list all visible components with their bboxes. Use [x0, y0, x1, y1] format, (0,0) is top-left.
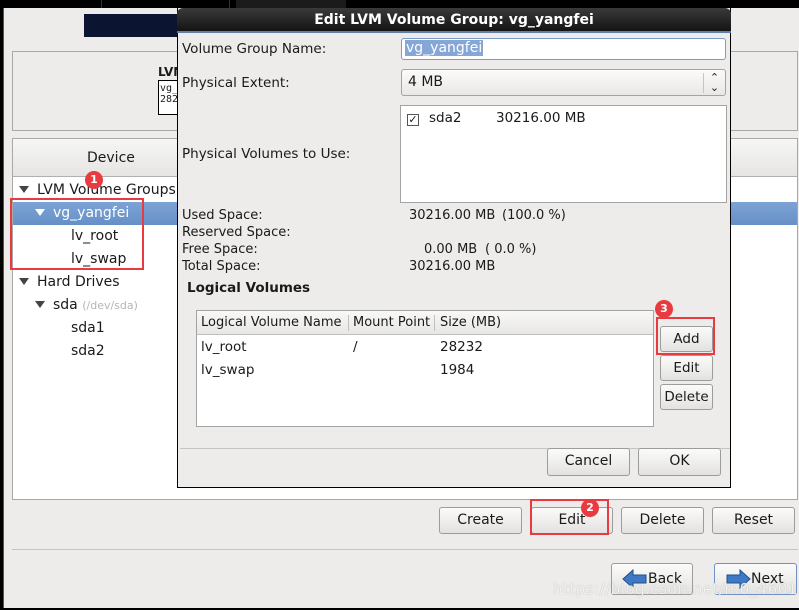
tree-item-label: Hard Drives	[37, 274, 120, 290]
pv-name: sda2	[429, 110, 462, 126]
lv-row[interactable]: lv_swap 1984	[197, 359, 653, 382]
free-space-label: Free Space:	[182, 242, 258, 257]
used-space-label: Used Space:	[182, 208, 263, 223]
lv-size: 28232	[440, 339, 483, 355]
watermark: https://blog.csdn.net/m0_46015143	[553, 580, 799, 598]
used-space-value: 30216.00 MB	[409, 208, 496, 223]
separator	[12, 549, 798, 550]
total-space-value: 30216.00 MB	[409, 259, 496, 274]
annotation-box-3	[656, 317, 715, 355]
physical-extent-select[interactable]: 4 MB ⌃ ⌄	[401, 69, 726, 96]
reserved-space-label: Reserved Space:	[182, 225, 291, 240]
physical-volumes-label: Physical Volumes to Use:	[182, 146, 351, 162]
pv-checkbox[interactable]: ✓	[407, 114, 419, 126]
lv-edit-button[interactable]: Edit	[660, 355, 713, 381]
used-space-percent: (100.0 %)	[502, 208, 566, 223]
cancel-button[interactable]: Cancel	[547, 448, 630, 476]
physical-volumes-list[interactable]: ✓ sda2 30216.00 MB	[400, 105, 727, 203]
column-size[interactable]: Size (MB)	[440, 311, 501, 335]
panel-segment	[7, 0, 102, 8]
vg-name-label: Volume Group Name:	[182, 41, 327, 57]
logical-volumes-title: Logical Volumes	[187, 280, 311, 296]
pv-size: 30216.00 MB	[496, 110, 586, 126]
panel-segment	[236, 0, 346, 8]
edit-lvm-volume-group-dialog: Edit LVM Volume Group: vg_yangfei Volume…	[177, 8, 731, 488]
pv-row[interactable]: ✓ sda2 30216.00 MB	[407, 110, 586, 126]
lv-name: lv_swap	[201, 362, 255, 378]
delete-button[interactable]: Delete	[621, 507, 704, 534]
panel-segment	[108, 0, 230, 8]
device-path: (/dev/sda)	[82, 299, 138, 312]
column-separator	[348, 315, 349, 331]
tree-item-label: sda1	[71, 320, 105, 336]
free-space-value: 0.00 MB	[424, 242, 478, 257]
lv-name: lv_root	[201, 339, 247, 355]
column-separator	[434, 315, 435, 331]
reset-button[interactable]: Reset	[712, 507, 795, 534]
ok-button[interactable]: OK	[638, 448, 721, 476]
logical-volumes-table[interactable]: Logical Volume Name Mount Point Size (MB…	[196, 310, 654, 427]
total-space-label: Total Space:	[182, 259, 261, 274]
tree-item-label: sda2	[71, 343, 105, 359]
free-space-percent: ( 0.0 %)	[485, 242, 537, 257]
dialog-title[interactable]: Edit LVM Volume Group: vg_yangfei	[177, 8, 731, 33]
column-lv-name[interactable]: Logical Volume Name	[201, 311, 342, 335]
expander-icon[interactable]	[19, 185, 29, 193]
lv-size: 1984	[440, 362, 475, 378]
top-panel	[0, 0, 799, 8]
header-banner	[84, 14, 184, 37]
annotation-badge-1: 1	[85, 171, 103, 189]
create-button[interactable]: Create	[439, 507, 522, 534]
column-mount-point[interactable]: Mount Point	[353, 311, 430, 335]
device-column-label: Device	[87, 150, 135, 166]
expander-icon[interactable]	[35, 300, 45, 308]
tree-item-label: sda	[53, 297, 78, 313]
annotation-box-1	[10, 198, 144, 270]
vg-name-value: vg_yangfei	[405, 40, 484, 56]
lv-table-header: Logical Volume Name Mount Point Size (MB…	[197, 311, 653, 335]
physical-extent-value: 4 MB	[408, 74, 444, 90]
annotation-badge-3: 3	[655, 300, 673, 318]
lv-row[interactable]: lv_root / 28232	[197, 336, 653, 359]
vg-name-input[interactable]: vg_yangfei	[401, 38, 726, 60]
physical-extent-label: Physical Extent:	[182, 75, 290, 91]
expander-icon[interactable]	[19, 277, 29, 285]
lv-delete-button[interactable]: Delete	[660, 384, 713, 410]
tree-item-label: LVM Volume Groups	[37, 182, 176, 198]
lv-mount: /	[353, 339, 358, 355]
annotation-badge-2: 2	[581, 499, 599, 517]
updown-chevron-icon: ⌃ ⌄	[703, 72, 725, 93]
